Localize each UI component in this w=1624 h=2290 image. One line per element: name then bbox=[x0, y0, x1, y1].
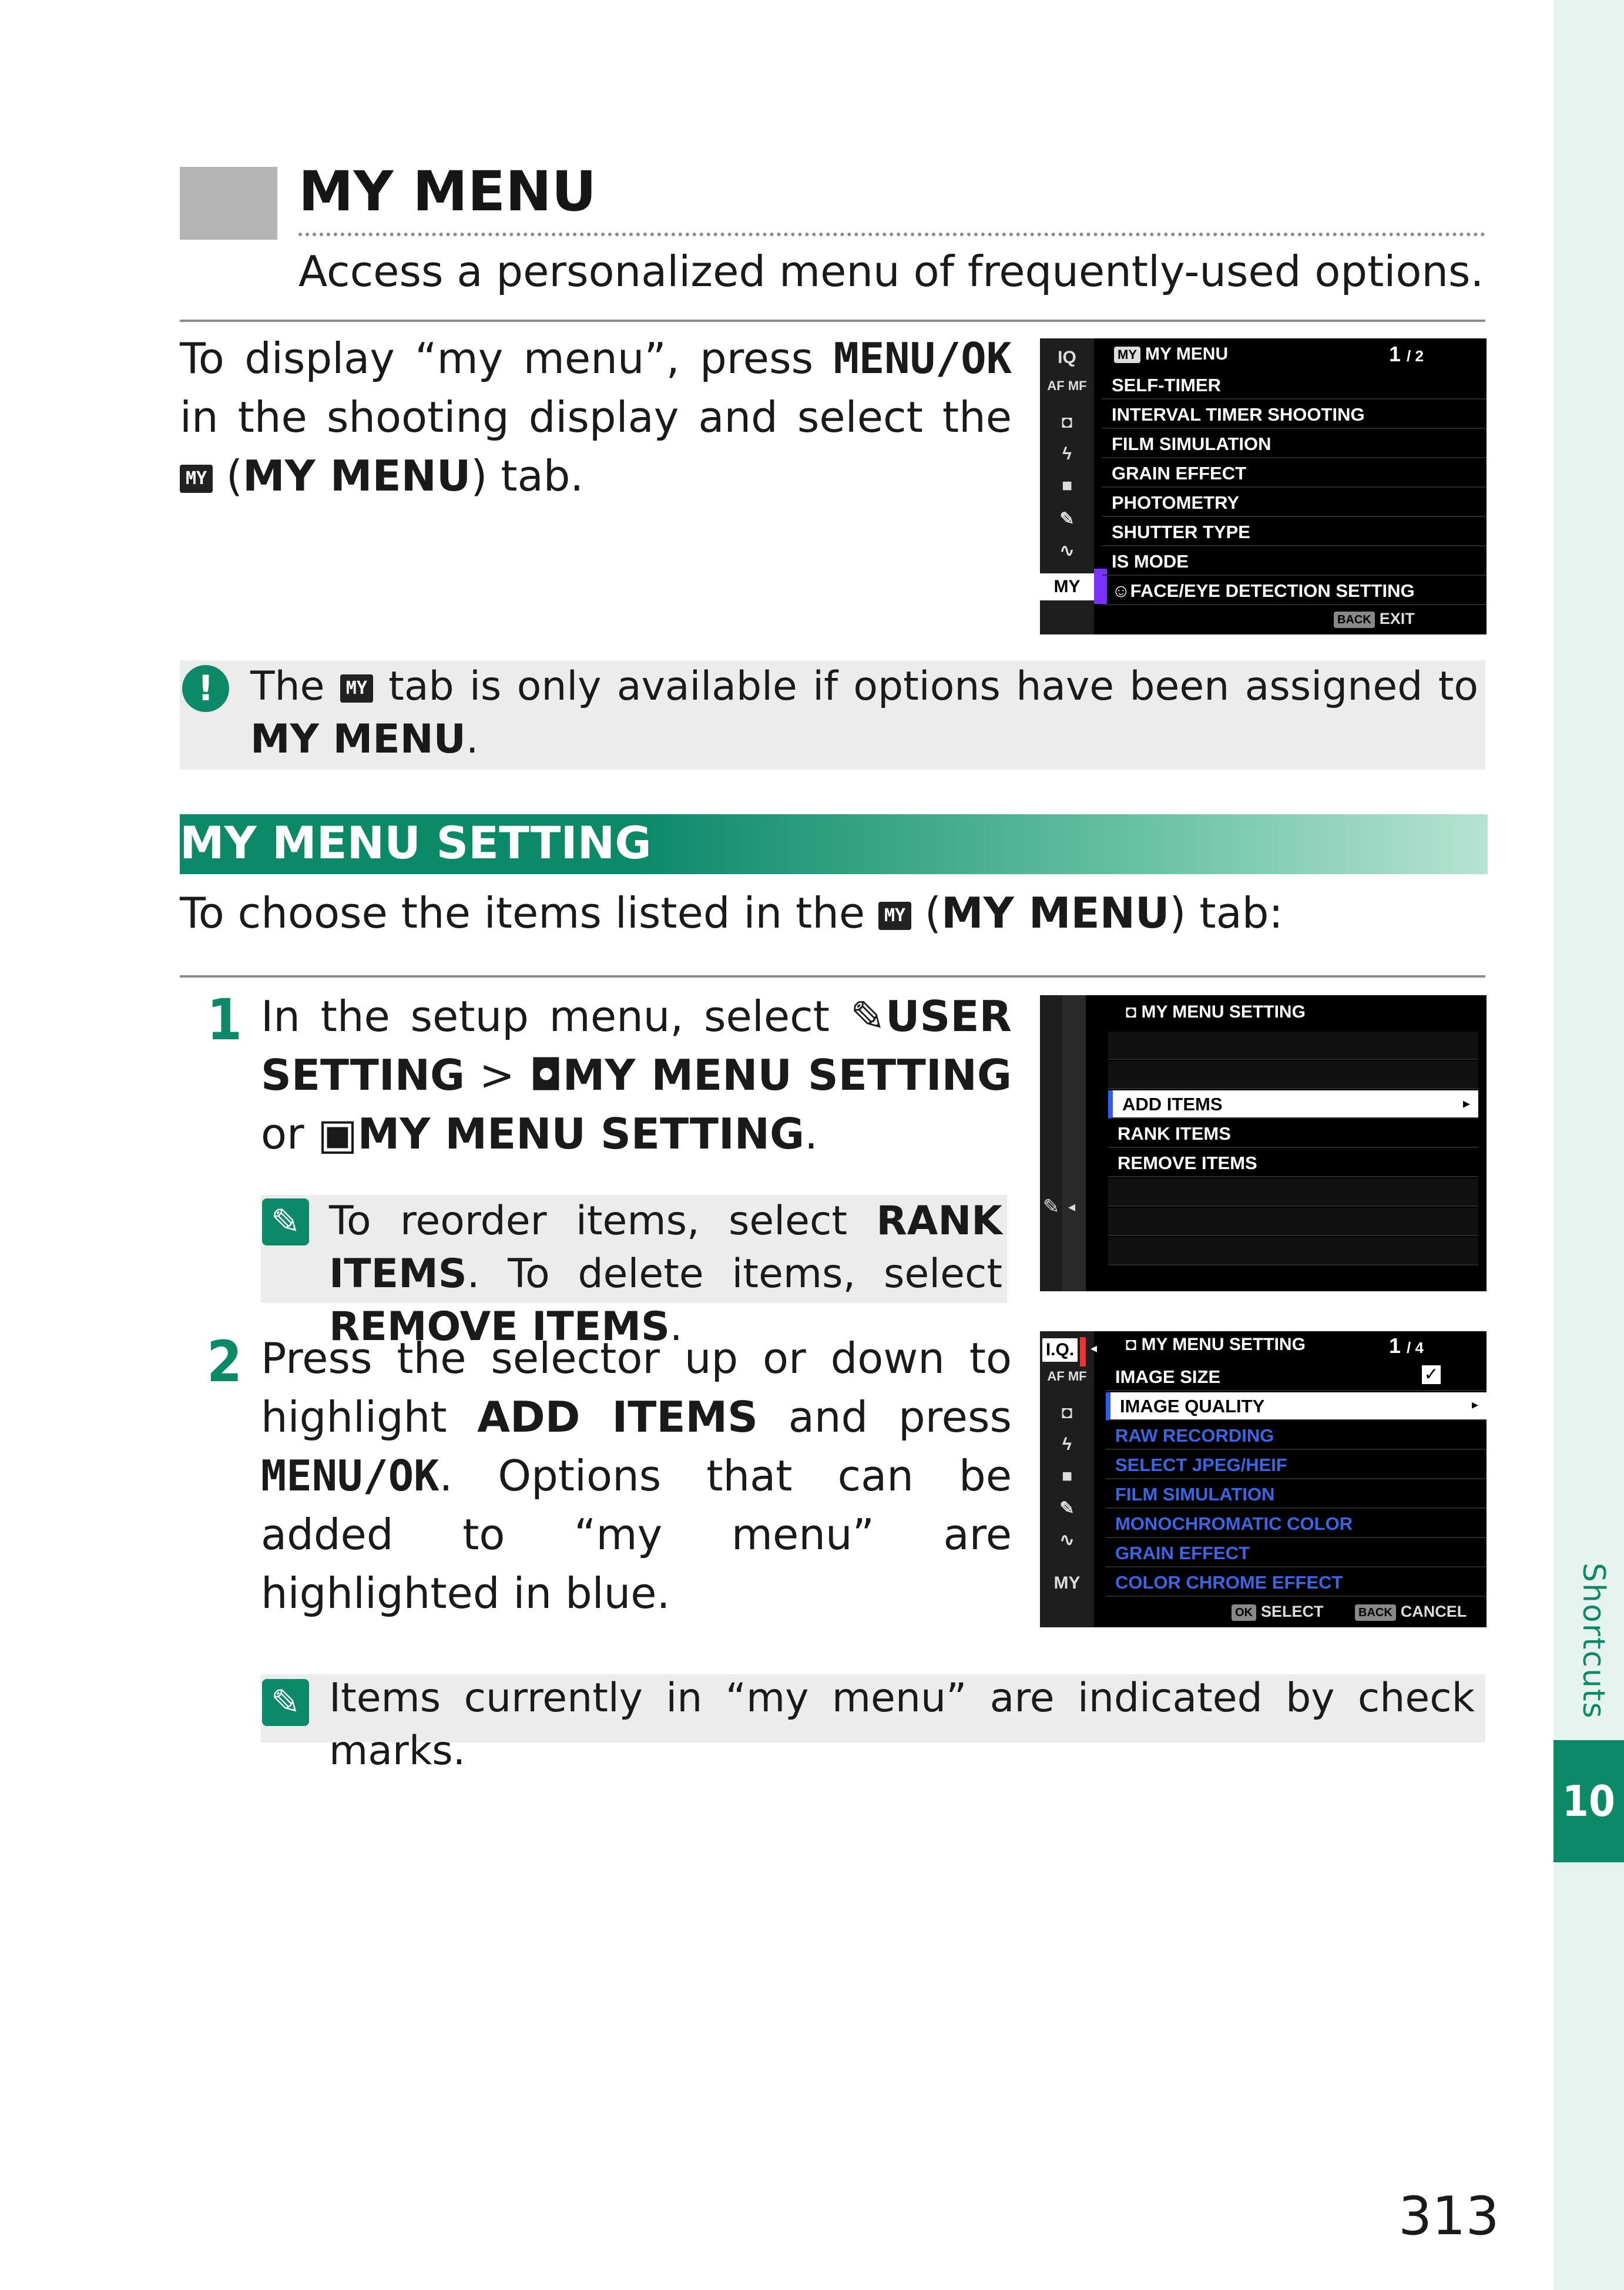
page-number: 313 bbox=[1398, 2185, 1499, 2247]
item-select-jpeg-heif[interactable]: SELECT JPEG/HEIF bbox=[1106, 1451, 1487, 1479]
menu-item-photometry[interactable]: PHOTOMETRY bbox=[1102, 489, 1487, 517]
item-monochromatic-color[interactable]: MONOCHROMATIC COLOR bbox=[1106, 1510, 1487, 1538]
title-divider bbox=[298, 233, 1485, 236]
movie-icon: ▣ bbox=[317, 1109, 358, 1159]
wrench-icon: ✎ bbox=[850, 992, 886, 1041]
arrow-left-icon: ◂ bbox=[1091, 1341, 1098, 1355]
arrow-left-icon: ◂ bbox=[1068, 1199, 1076, 1215]
menu-item-grain-effect[interactable]: GRAIN EFFECT bbox=[1102, 459, 1487, 488]
tab-marker bbox=[1080, 1337, 1086, 1366]
flash-icon: ϟ bbox=[1062, 444, 1072, 464]
section-title: MY MENU SETTING bbox=[180, 817, 652, 869]
menu-item-shutter-type[interactable]: SHUTTER TYPE bbox=[1102, 518, 1487, 546]
footer-cancel: BACK CANCEL bbox=[1355, 1603, 1467, 1621]
menu-item-is-mode[interactable]: IS MODE bbox=[1102, 548, 1487, 576]
intro-paragraph: To display “my menu”, press MENU/OK in t… bbox=[180, 334, 1012, 501]
left-edge bbox=[1040, 995, 1062, 1291]
note-my-tab-text: The MY tab is only available if options … bbox=[250, 663, 1478, 763]
chapter-label: Shortcuts bbox=[1576, 1563, 1611, 1720]
screen-title: ◘ MY MENU SETTING bbox=[1126, 1002, 1306, 1022]
page-indicator: 1 / 2 bbox=[1389, 342, 1424, 366]
step-1-number: 1 bbox=[207, 987, 243, 1053]
chapter-number: 10 bbox=[1553, 1740, 1624, 1862]
wave-icon: ∿ bbox=[1059, 541, 1075, 560]
movie-icon: ■ bbox=[1061, 476, 1073, 495]
menu-item-self-timer[interactable]: SELF-TIMER bbox=[1102, 371, 1487, 399]
camera-icon: ◘ bbox=[529, 1050, 563, 1100]
menu-ok-key: MENU/OK bbox=[261, 1451, 439, 1500]
my-menu-icon: MY bbox=[340, 674, 373, 703]
arrow-right-icon: ▸ bbox=[1472, 1397, 1479, 1412]
menu-ok-key: MENU/OK bbox=[833, 334, 1012, 383]
my-menu-icon: MY bbox=[180, 465, 213, 493]
blank-row bbox=[1108, 1237, 1478, 1265]
blank-row bbox=[1108, 1208, 1478, 1236]
tip-icon: ✎ bbox=[262, 1679, 309, 1726]
heading-rule bbox=[180, 320, 1485, 322]
af-mf-tab-icon: AF MF bbox=[1047, 378, 1087, 393]
step-2-text: Press the selector up or down to highlig… bbox=[261, 1334, 1012, 1618]
menu-item-interval-timer[interactable]: INTERVAL TIMER SHOOTING bbox=[1102, 401, 1487, 429]
face-icon: ☺ bbox=[1112, 580, 1130, 601]
camera-icon: ◘ bbox=[1061, 412, 1073, 432]
menu-item-remove-items[interactable]: REMOVE ITEMS bbox=[1108, 1149, 1478, 1177]
blank-row bbox=[1108, 1061, 1478, 1089]
step-1-text: In the setup menu, select ✎USER SETTING … bbox=[261, 992, 1012, 1159]
page-indicator: 1 / 4 bbox=[1389, 1334, 1424, 1358]
iq-tab-icon: IQ bbox=[1058, 348, 1076, 367]
section-intro: To choose the items listed in the MY (MY… bbox=[180, 888, 1283, 938]
item-color-chrome[interactable]: COLOR CHROME EFFECT bbox=[1106, 1569, 1487, 1597]
blank-row bbox=[1108, 1032, 1478, 1060]
my-menu-icon: MY bbox=[878, 902, 912, 931]
step-2-number: 2 bbox=[207, 1329, 243, 1395]
wrench-icon: ✎ bbox=[1059, 1499, 1075, 1518]
blank-row bbox=[1108, 1178, 1478, 1207]
chapter-side-tab bbox=[1553, 0, 1624, 2290]
camera-screen-add-items: I.Q. AF MF ◘ ϟ ■ ✎ ∿ MY ◂ ◘ MY MENU SETT… bbox=[1040, 1331, 1487, 1627]
screen-title: ◘ MY MENU SETTING bbox=[1126, 1335, 1306, 1354]
section-rule bbox=[180, 975, 1485, 978]
item-raw-recording[interactable]: RAW RECORDING bbox=[1106, 1422, 1487, 1450]
camera-icon: ◘ bbox=[1061, 1403, 1073, 1422]
item-film-simulation[interactable]: FILM SIMULATION bbox=[1106, 1480, 1487, 1509]
note-check-marks-text: Items currently in “my menu” are indicat… bbox=[329, 1675, 1475, 1774]
menu-item-face-eye[interactable]: ☺FACE/EYE DETECTION SETTING bbox=[1102, 577, 1487, 605]
camera-screen-my-menu: IQ AF MF ◘ ϟ ■ ✎ ∿ MY MY MY MENU 1 / 2 SE… bbox=[1040, 338, 1487, 634]
arrow-right-icon: ▸ bbox=[1463, 1096, 1471, 1112]
wave-icon: ∿ bbox=[1059, 1530, 1075, 1550]
item-image-quality[interactable]: IMAGE QUALITY bbox=[1106, 1392, 1487, 1421]
movie-icon: ■ bbox=[1061, 1466, 1073, 1486]
menu-item-add-items[interactable]: ADD ITEMS bbox=[1108, 1090, 1478, 1119]
page-subtitle: Access a personalized menu of frequently… bbox=[298, 247, 1484, 296]
wrench-icon: ✎ bbox=[1059, 509, 1075, 529]
camera-icon: ◘ bbox=[1126, 1002, 1142, 1022]
item-grain-effect[interactable]: GRAIN EFFECT bbox=[1106, 1539, 1487, 1567]
menu-item-rank-items[interactable]: RANK ITEMS bbox=[1108, 1120, 1478, 1148]
screen-title: MY MY MENU bbox=[1114, 344, 1228, 364]
tab-column bbox=[1062, 995, 1086, 1291]
my-tab-icon: MY bbox=[1040, 573, 1094, 600]
caution-icon: ! bbox=[182, 665, 229, 712]
my-tab-icon: MY bbox=[1053, 1573, 1081, 1593]
iq-tab-icon: I.Q. bbox=[1042, 1338, 1078, 1362]
tip-icon: ✎ bbox=[262, 1198, 309, 1245]
af-mf-tab-icon: AF MF bbox=[1047, 1369, 1087, 1384]
flash-icon: ϟ bbox=[1062, 1435, 1072, 1454]
camera-screen-my-menu-setting: ✎ ◂ ◘ MY MENU SETTING ADD ITEMS ▸ RANK I… bbox=[1040, 995, 1487, 1291]
wrench-icon: ✎ bbox=[1042, 1196, 1060, 1218]
footer-select: OK SELECT bbox=[1232, 1603, 1324, 1621]
check-icon: ✓ bbox=[1422, 1365, 1441, 1384]
page-title: MY MENU bbox=[298, 160, 597, 224]
camera-icon: ◘ bbox=[1126, 1335, 1142, 1354]
heading-marker bbox=[180, 167, 277, 240]
menu-item-film-simulation[interactable]: FILM SIMULATION bbox=[1102, 430, 1487, 458]
screen-footer: BACK EXIT bbox=[1334, 610, 1415, 628]
